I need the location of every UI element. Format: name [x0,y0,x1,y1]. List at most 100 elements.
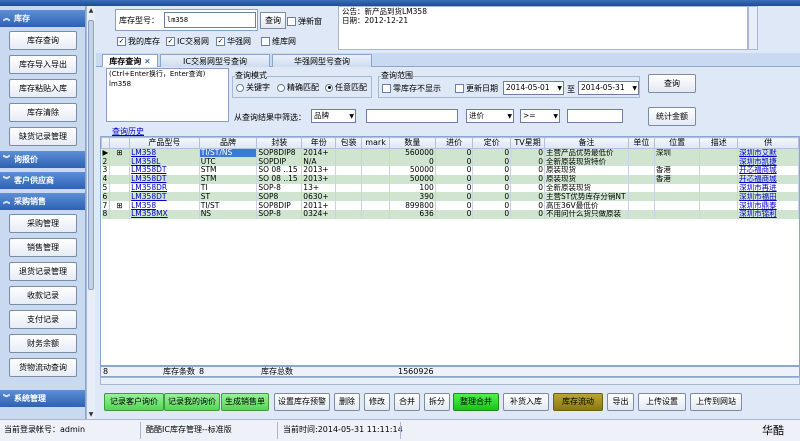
dropdown-arrow-icon[interactable]: ▼ [557,83,562,95]
cell-desc[interactable] [699,183,739,193]
merge-button[interactable]: 合并 [394,393,420,411]
sidebar-section-system[interactable]: ︾ 系统管理 [0,390,85,407]
cell-mark[interactable] [361,210,390,219]
cell-unit[interactable] [628,201,655,211]
cell-unit[interactable] [628,166,655,175]
cell-supplier[interactable]: 深圳市艾默 [737,148,799,158]
cell-pkg[interactable]: SOP8DIP [256,201,303,211]
table-row[interactable]: ▶ ⊞ LM358 TI/ST/NS SOP8DIP8 2014+ 560000 0 0 0 主营产… [101,148,799,158]
close-icon[interactable]: ✕ [144,57,151,66]
split-button[interactable]: 拆分 [424,393,450,411]
cell-tv[interactable]: 0 [510,183,546,193]
cell-cost[interactable]: 0 [435,192,474,202]
create-sales-order-button[interactable]: 生成销售单 [221,393,269,411]
cell-pkg[interactable]: SOPDIP [256,157,303,167]
col-header-price[interactable]: 定价 [472,137,512,149]
col-header-model[interactable]: 产品型号 [129,137,200,149]
col-header-unit[interactable]: 单位 [627,137,655,149]
col-header[interactable] [101,137,111,149]
cell-qty[interactable]: 0 [389,157,436,167]
table-row[interactable]: 4 LM358DT STM SO 08 ..15 2013+ 50000 0 0 0 原装现货 香港… [101,174,799,184]
cell-cost[interactable]: 0 [435,183,474,193]
cell-unit[interactable] [628,148,655,158]
cell-qty[interactable]: 50000 [389,166,436,175]
mode-exact-radio[interactable]: 精确匹配 [277,82,319,93]
table-row[interactable]: 2 LM358L UTC SOPDIP N/A 0 0 0 0 全新原装现货特价 深圳市凯捷 [101,157,799,167]
grid-horizontal-scrollbar[interactable] [100,377,800,385]
sidebar-item-payments[interactable]: 支付记录 [9,310,77,329]
cell-note[interactable]: 全新原装现货特价 [544,157,629,167]
cell-pkg[interactable]: SO 08 ..15 [256,174,303,184]
cell-cost[interactable]: 0 [435,201,474,211]
cell-price[interactable]: 0 [472,201,512,211]
sidebar-item-inventory-paste[interactable]: 库存粘贴入库 [9,79,77,98]
cell-qty[interactable]: 636 [389,210,436,219]
cell-mark[interactable] [361,174,390,184]
dropdown-arrow-icon[interactable]: ▼ [553,111,558,123]
update-date-checkbox[interactable]: 更新日期 [455,83,498,94]
cell-brand[interactable]: TI [199,183,258,193]
cell-price[interactable]: 0 [472,174,512,184]
cell-loc[interactable] [654,210,701,219]
cell-brand[interactable]: TI/ST [199,201,258,211]
sidebar-section-customers[interactable]: ︾ 客户供应商 [0,172,85,189]
cell-unit[interactable] [628,157,655,167]
record-customer-inquiry-button[interactable]: 记录客户询价 [104,393,164,411]
date-from-picker[interactable]: 2014-05-01 ▼ [503,81,564,95]
price-field-select[interactable]: 进价 ▼ [466,109,514,123]
sidebar-item-sales-mgmt[interactable]: 销售管理 [9,238,77,257]
cell-year[interactable]: 13+ [301,183,337,193]
table-row[interactable]: 6 LM358DT ST SOP8 0630+ 390 0 0 0 主营ST优势库存分销NT 深圳市… [101,192,799,202]
cell-year[interactable]: 2014+ [301,148,337,158]
cell-loc[interactable]: 香港 [654,166,701,175]
cell-pkg[interactable]: SO 08 ..15 [256,166,303,175]
cell-loc[interactable]: 香港 [654,174,701,184]
cell-note[interactable]: 高压36V最低价 [544,201,629,211]
cell-packing[interactable] [335,192,363,202]
expand-toggle-icon[interactable] [109,183,131,193]
sidebar-scrollbar[interactable]: ▲ ▼ [86,6,95,419]
edit-button[interactable]: 修改 [364,393,390,411]
huaqiang-checkbox[interactable]: ✓ 华强网 [216,36,251,47]
cell-unit[interactable] [628,183,655,193]
cell-pkg[interactable]: SOP-8 [256,183,303,193]
cell-pkg[interactable]: SOP-8 [256,210,303,219]
announcement-scrollbar[interactable] [748,6,758,50]
cell-packing[interactable] [335,210,363,219]
cell-model[interactable]: LM358DT [129,166,200,175]
cell-supplier[interactable]: 深圳市再进 [737,183,799,193]
cell-desc[interactable] [699,201,739,211]
sidebar-section-purchase-sales[interactable]: ︽ 采购销售 [0,193,85,210]
cell-tv[interactable]: 0 [510,201,546,211]
cell-price[interactable]: 0 [472,183,512,193]
cell-mark[interactable] [361,166,390,175]
cell-year[interactable]: 2011+ [301,201,337,211]
sidebar-item-purchase-mgmt[interactable]: 采购管理 [9,214,77,233]
sidebar-section-inventory[interactable]: ︽ 库存 [0,10,85,27]
radio-dot[interactable] [277,83,285,92]
record-my-inquiry-button[interactable]: 记录我的询价 [164,393,220,411]
cell-idx[interactable]: 6 [101,192,111,202]
export-button[interactable]: 导出 [607,393,634,411]
cell-tv[interactable]: 0 [510,192,546,202]
cell-note[interactable]: 原装现货 [544,166,629,175]
cell-note[interactable]: 主营ST优势库存分销NT [544,192,629,202]
cell-cost[interactable]: 0 [435,148,474,158]
col-header-supplier[interactable]: 供 [737,137,799,149]
sidebar-item-returns[interactable]: 退货记录管理 [9,262,77,281]
filter-field-select[interactable]: 品牌 ▼ [311,109,356,123]
cell-brand[interactable]: ST [199,192,258,202]
cell-tv[interactable]: 0 [510,157,546,167]
tab-huaqiang-query[interactable]: 华强网型号查询 [272,54,372,67]
top-query-button[interactable]: 查询 [260,12,286,29]
cell-mark[interactable] [361,157,390,167]
cell-qty[interactable]: 560000 [389,148,436,158]
table-row[interactable]: 7 ⊞ LM358 TI/ST SOP8DIP 2011+ 899800 0 0 0 高压36V最低… [101,201,799,211]
ic-trade-checkbox[interactable]: ✓ IC交易网 [166,36,209,47]
cell-brand[interactable]: STM [199,166,258,175]
cell-desc[interactable] [699,174,739,184]
price-value-input[interactable] [567,109,623,123]
col-header-brand[interactable]: 品牌 [198,137,258,149]
cell-note[interactable]: 原装现货 [544,174,629,184]
expand-toggle-icon[interactable] [109,210,131,219]
